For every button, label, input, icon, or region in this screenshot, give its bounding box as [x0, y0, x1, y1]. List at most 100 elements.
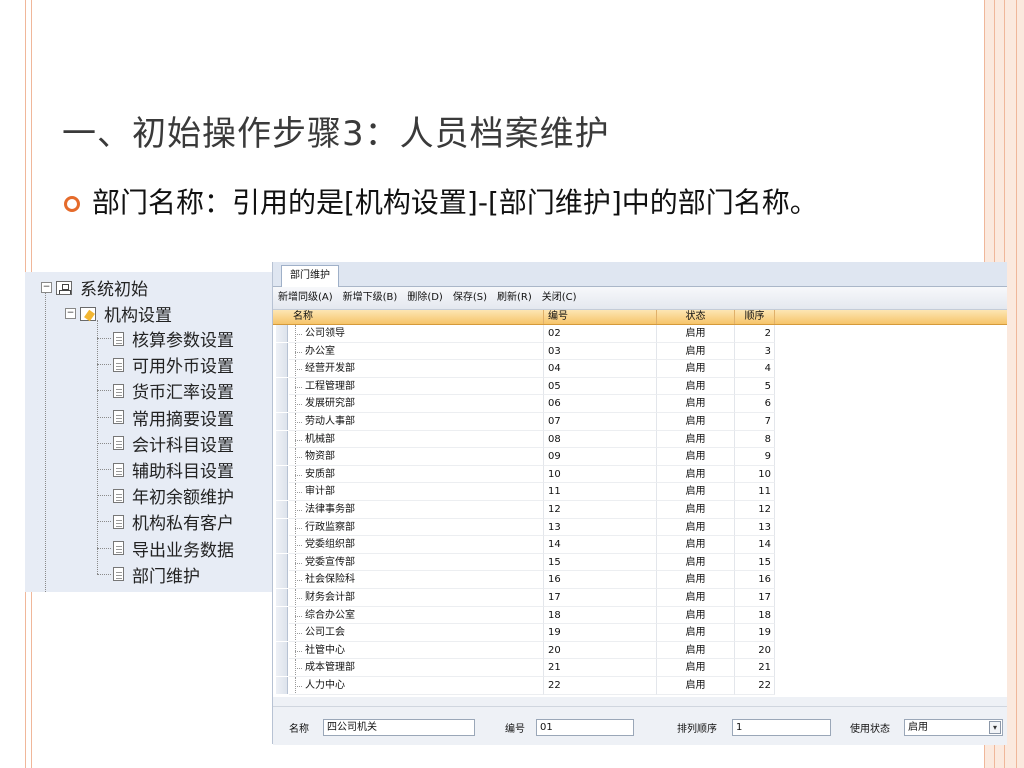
cell-status[interactable]: 启用 — [657, 377, 735, 396]
table-row[interactable]: 成本管理部 21 启用 21 — [273, 659, 1007, 677]
state-select[interactable]: 启用 ▾ — [904, 719, 1003, 736]
cell-status[interactable]: 启用 — [657, 606, 735, 625]
cell-name[interactable]: 公司工会 — [289, 624, 544, 642]
tree-item[interactable]: 年初余额维护 — [113, 483, 234, 508]
column-header-status[interactable]: 状态 — [657, 310, 735, 324]
refresh-button[interactable]: 刷新(R) — [492, 287, 537, 309]
cell-code[interactable]: 05 — [544, 377, 657, 396]
cell-code[interactable]: 02 — [544, 325, 657, 343]
cell-code[interactable]: 06 — [544, 395, 657, 413]
tree-item[interactable]: 货币汇率设置 — [113, 378, 234, 403]
cell-status[interactable]: 启用 — [657, 501, 735, 519]
cell-name[interactable]: 社管中心 — [289, 641, 544, 660]
row-header[interactable] — [276, 413, 288, 430]
cell-order[interactable]: 12 — [735, 501, 775, 519]
row-header[interactable] — [276, 377, 288, 395]
tree-item[interactable]: 核算参数设置 — [113, 326, 234, 351]
row-header[interactable] — [276, 606, 288, 624]
cell-order[interactable]: 7 — [735, 413, 775, 431]
row-header[interactable] — [276, 501, 288, 518]
add-child-button[interactable]: 新增下级(B) — [338, 287, 403, 309]
cell-name[interactable]: 财务会计部 — [289, 589, 544, 607]
cell-code[interactable]: 07 — [544, 413, 657, 431]
table-row[interactable]: 社管中心 20 启用 20 — [273, 641, 1007, 660]
tree-item[interactable]: 会计科目设置 — [113, 431, 234, 456]
cell-order[interactable]: 15 — [735, 553, 775, 572]
cell-code[interactable]: 10 — [544, 465, 657, 484]
cell-order[interactable]: 14 — [735, 536, 775, 554]
cell-status[interactable]: 启用 — [657, 395, 735, 413]
cell-code[interactable]: 08 — [544, 430, 657, 449]
cell-order[interactable]: 10 — [735, 465, 775, 484]
chevron-down-icon[interactable]: ▾ — [989, 721, 1001, 734]
cell-name[interactable]: 审计部 — [289, 483, 544, 501]
cell-status[interactable]: 启用 — [657, 325, 735, 343]
code-field[interactable]: 01 — [536, 719, 634, 736]
row-header[interactable] — [276, 448, 288, 466]
cell-order[interactable]: 4 — [735, 360, 775, 378]
name-field[interactable]: 四公司机关 — [323, 719, 475, 736]
column-header-order[interactable]: 顺序 — [735, 310, 775, 324]
column-header-name[interactable]: 名称 — [289, 310, 544, 324]
table-row[interactable]: 发展研究部 06 启用 6 — [273, 395, 1007, 413]
cell-name[interactable]: 公司领导 — [289, 325, 544, 343]
cell-order[interactable]: 17 — [735, 589, 775, 607]
cell-name[interactable]: 机械部 — [289, 430, 544, 449]
table-row[interactable]: 安质部 10 启用 10 — [273, 465, 1007, 484]
cell-status[interactable]: 启用 — [657, 342, 735, 361]
tree-item[interactable]: 机构私有客户 — [113, 509, 234, 534]
cell-code[interactable]: 18 — [544, 606, 657, 625]
cell-status[interactable]: 启用 — [657, 571, 735, 589]
cell-status[interactable]: 启用 — [657, 553, 735, 572]
close-button[interactable]: 关闭(C) — [537, 287, 582, 309]
cell-status[interactable]: 启用 — [657, 465, 735, 484]
cell-order[interactable]: 11 — [735, 483, 775, 501]
cell-order[interactable]: 20 — [735, 641, 775, 660]
cell-code[interactable]: 17 — [544, 589, 657, 607]
tree-node-group[interactable]: − 机构设置 — [65, 301, 172, 326]
tree-node-root[interactable]: − 系统初始 — [41, 275, 148, 300]
cell-status[interactable]: 启用 — [657, 518, 735, 537]
cell-code[interactable]: 04 — [544, 360, 657, 378]
row-header[interactable] — [276, 571, 288, 589]
table-row[interactable]: 人力中心 22 启用 22 — [273, 677, 1007, 695]
cell-name[interactable]: 物资部 — [289, 448, 544, 466]
cell-name[interactable]: 成本管理部 — [289, 659, 544, 677]
row-header[interactable] — [276, 483, 288, 501]
table-row[interactable]: 社会保险科 16 启用 16 — [273, 571, 1007, 589]
cell-status[interactable]: 启用 — [657, 659, 735, 677]
row-header[interactable] — [276, 430, 288, 448]
row-header[interactable] — [276, 465, 288, 483]
row-header[interactable] — [276, 553, 288, 571]
cell-order[interactable]: 16 — [735, 571, 775, 589]
table-row[interactable]: 法律事务部 12 启用 12 — [273, 501, 1007, 519]
row-header[interactable] — [276, 342, 288, 360]
cell-order[interactable]: 5 — [735, 377, 775, 396]
table-row[interactable]: 办公室 03 启用 3 — [273, 342, 1007, 361]
collapse-icon[interactable]: − — [41, 282, 52, 293]
cell-order[interactable]: 18 — [735, 606, 775, 625]
table-row[interactable]: 财务会计部 17 启用 17 — [273, 589, 1007, 607]
cell-status[interactable]: 启用 — [657, 430, 735, 449]
cell-order[interactable]: 2 — [735, 325, 775, 343]
cell-status[interactable]: 启用 — [657, 641, 735, 660]
row-header[interactable] — [276, 659, 288, 677]
table-row[interactable]: 经营开发部 04 启用 4 — [273, 360, 1007, 378]
collapse-icon[interactable]: − — [65, 308, 76, 319]
cell-code[interactable]: 22 — [544, 677, 657, 695]
tree-item[interactable]: 常用摘要设置 — [113, 405, 234, 430]
table-row[interactable]: 机械部 08 启用 8 — [273, 430, 1007, 449]
cell-name[interactable]: 经营开发部 — [289, 360, 544, 378]
table-row[interactable]: 审计部 11 启用 11 — [273, 483, 1007, 501]
row-header[interactable] — [276, 589, 288, 606]
save-button[interactable]: 保存(S) — [448, 287, 492, 309]
add-sibling-button[interactable]: 新增同级(A) — [273, 287, 338, 309]
cell-name[interactable]: 社会保险科 — [289, 571, 544, 589]
cell-name[interactable]: 办公室 — [289, 342, 544, 361]
cell-name[interactable]: 劳动人事部 — [289, 413, 544, 431]
table-row[interactable]: 综合办公室 18 启用 18 — [273, 606, 1007, 625]
cell-code[interactable]: 14 — [544, 536, 657, 554]
cell-status[interactable]: 启用 — [657, 624, 735, 642]
cell-order[interactable]: 8 — [735, 430, 775, 449]
cell-code[interactable]: 16 — [544, 571, 657, 589]
